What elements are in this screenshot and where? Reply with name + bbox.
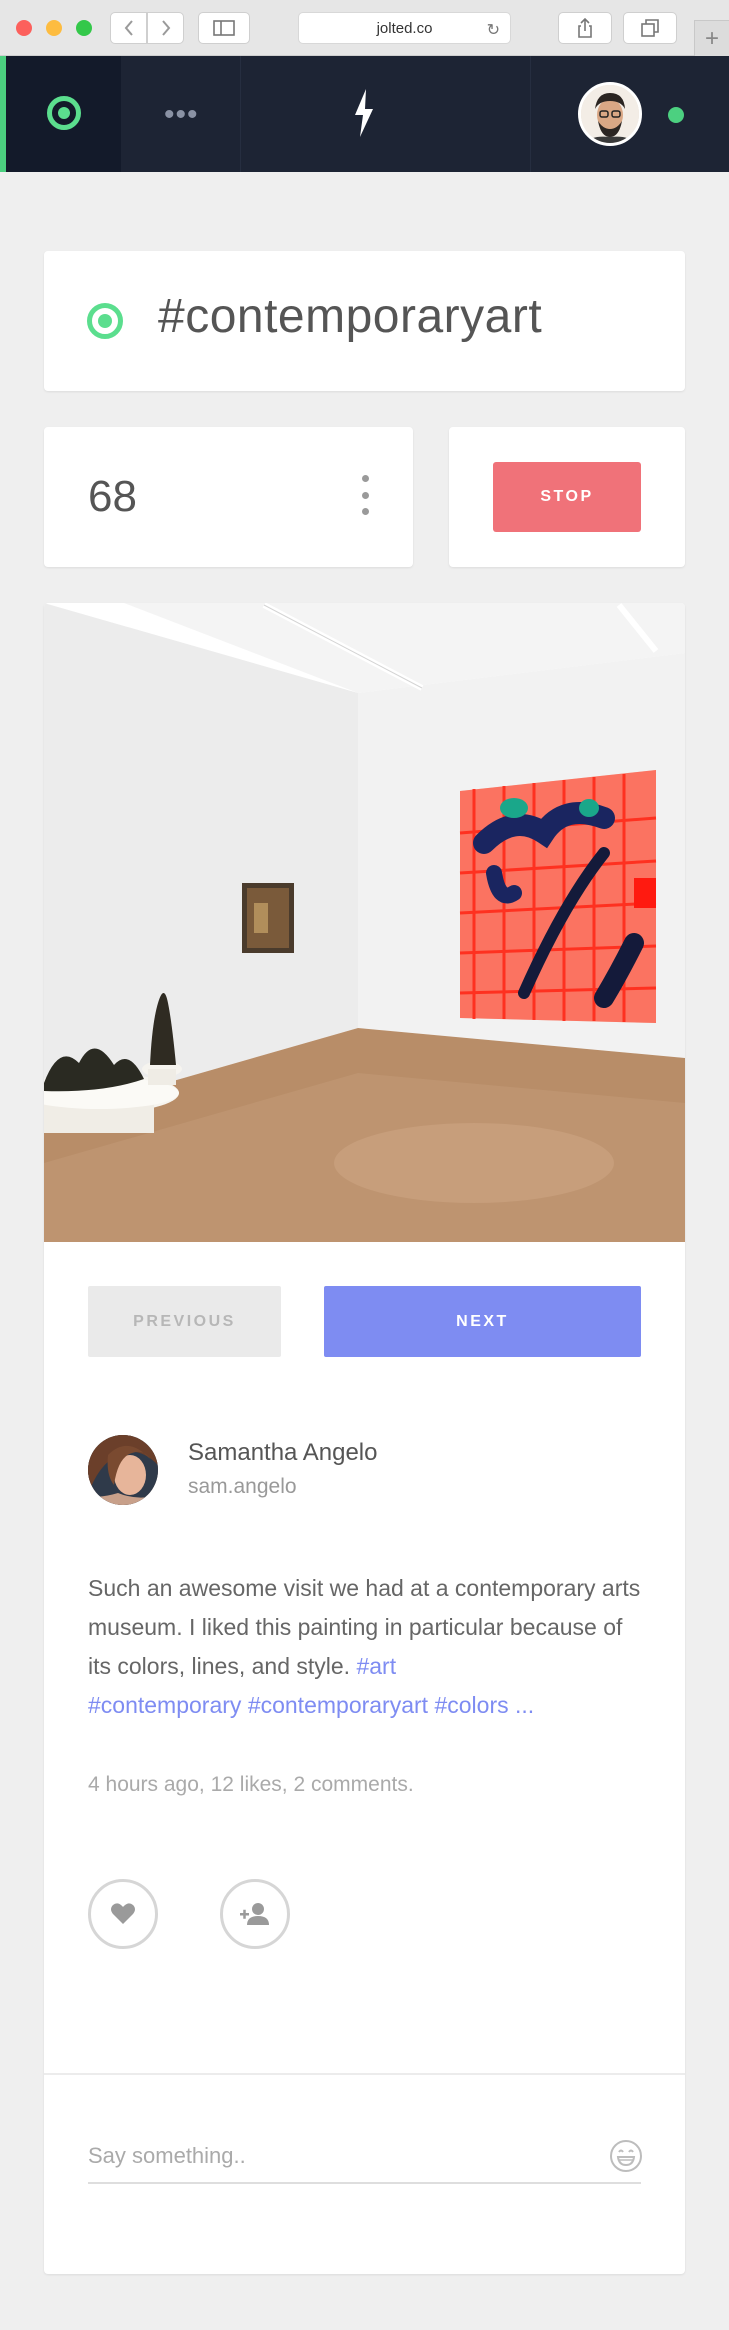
post-body: Such an awesome visit we had at a contem… bbox=[88, 1569, 648, 1725]
forward-button[interactable] bbox=[147, 12, 184, 44]
online-status-dot bbox=[668, 107, 684, 123]
close-window-button[interactable] bbox=[16, 20, 32, 36]
reload-icon[interactable]: ↻ bbox=[487, 20, 500, 40]
tabs-icon bbox=[641, 19, 659, 37]
user-avatar-image bbox=[581, 85, 639, 143]
status-ring-icon bbox=[47, 96, 81, 130]
read-more-link[interactable]: ... bbox=[515, 1692, 534, 1718]
nav-divider bbox=[240, 56, 241, 172]
hashtag-link[interactable]: #art bbox=[356, 1653, 396, 1679]
hashtag-link[interactable]: #contemporary bbox=[88, 1692, 241, 1718]
address-bar[interactable]: jolted.co ↻ bbox=[298, 12, 511, 44]
author-handle: sam.angelo bbox=[188, 1475, 297, 1498]
hashtag-title: #contemporaryart bbox=[158, 290, 543, 343]
hashtag-link[interactable]: #colors bbox=[434, 1692, 508, 1718]
plus-icon: + bbox=[704, 24, 719, 52]
gallery-photo bbox=[44, 603, 685, 1242]
add-user-icon bbox=[240, 1903, 269, 1925]
bolt-logo-icon[interactable] bbox=[350, 88, 378, 138]
stop-card: STOP bbox=[449, 427, 685, 567]
hashtag-card: #contemporaryart bbox=[44, 251, 685, 391]
share-button[interactable] bbox=[558, 12, 612, 44]
comment-divider bbox=[44, 2073, 685, 2075]
next-button[interactable]: NEXT bbox=[324, 1286, 641, 1357]
live-indicator-icon bbox=[87, 303, 123, 339]
share-icon bbox=[578, 18, 592, 38]
nav-divider bbox=[530, 56, 531, 172]
app-navbar: ••• bbox=[0, 56, 729, 172]
browser-chrome: jolted.co ↻ + bbox=[0, 0, 729, 56]
comment-input[interactable] bbox=[88, 2130, 641, 2184]
forward-icon bbox=[161, 20, 170, 36]
count-card: 68 bbox=[44, 427, 413, 567]
emoji-icon[interactable] bbox=[609, 2139, 643, 2173]
nav-item-live[interactable] bbox=[0, 56, 121, 172]
minimize-window-button[interactable] bbox=[46, 20, 62, 36]
back-icon bbox=[124, 20, 133, 36]
author-avatar[interactable] bbox=[88, 1435, 158, 1505]
sidebar-icon bbox=[213, 20, 235, 36]
user-avatar[interactable] bbox=[578, 82, 642, 146]
more-dots-icon[interactable]: ••• bbox=[164, 98, 199, 132]
heart-icon bbox=[111, 1903, 135, 1924]
author-avatar-image bbox=[88, 1435, 158, 1505]
url-text: jolted.co bbox=[376, 19, 433, 37]
back-button[interactable] bbox=[110, 12, 147, 44]
sidebar-toggle-button[interactable] bbox=[198, 12, 250, 44]
new-tab-button[interactable]: + bbox=[694, 20, 729, 56]
follow-button[interactable] bbox=[220, 1879, 290, 1949]
author-name[interactable]: Samantha Angelo bbox=[188, 1439, 377, 1467]
hashtag-link[interactable]: #contemporaryart bbox=[248, 1692, 428, 1718]
abstract-painting bbox=[459, 770, 657, 1023]
post-meta: 4 hours ago, 12 likes, 2 comments. bbox=[88, 1773, 414, 1796]
stop-button[interactable]: STOP bbox=[493, 462, 641, 532]
post-card: PREVIOUS NEXT Samantha Angelo sam.angelo… bbox=[44, 603, 685, 2274]
tabs-button[interactable] bbox=[623, 12, 677, 44]
post-count: 68 bbox=[88, 472, 137, 521]
like-button[interactable] bbox=[88, 1879, 158, 1949]
previous-button[interactable]: PREVIOUS bbox=[88, 1286, 281, 1357]
kebab-menu-icon[interactable] bbox=[360, 475, 370, 515]
maximize-window-button[interactable] bbox=[76, 20, 92, 36]
